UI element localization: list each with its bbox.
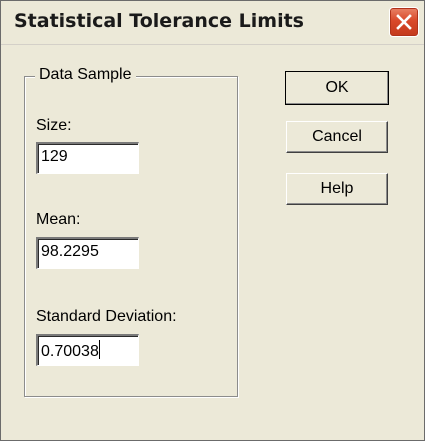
- text-caret: [98, 340, 100, 359]
- data-sample-legend: Data Sample: [35, 66, 136, 84]
- size-input[interactable]: 129: [36, 142, 139, 174]
- standard-deviation-value: 0.70038: [41, 343, 99, 360]
- size-label: Size:: [36, 117, 72, 134]
- close-icon: [396, 14, 412, 30]
- title-bar[interactable]: Statistical Tolerance Limits: [1, 1, 424, 45]
- close-button[interactable]: [389, 7, 419, 37]
- help-button[interactable]: Help: [286, 173, 388, 205]
- dialog-window: Statistical Tolerance Limits Data Sample…: [0, 0, 425, 441]
- mean-input[interactable]: 98.2295: [36, 237, 139, 269]
- standard-deviation-input[interactable]: 0.70038: [36, 334, 139, 366]
- size-value: 129: [41, 148, 68, 165]
- ok-button[interactable]: OK: [285, 71, 389, 105]
- standard-deviation-label: Standard Deviation:: [36, 308, 177, 325]
- mean-value: 98.2295: [41, 243, 99, 260]
- window-title: Statistical Tolerance Limits: [14, 10, 304, 32]
- cancel-button[interactable]: Cancel: [286, 121, 388, 153]
- mean-label: Mean:: [36, 211, 81, 228]
